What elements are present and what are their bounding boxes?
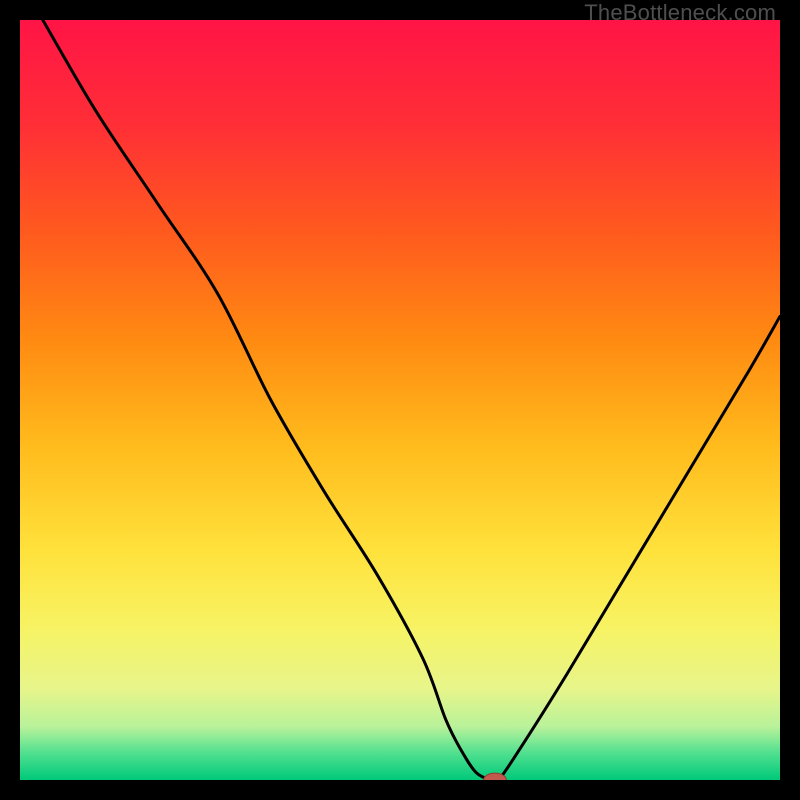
gradient-background: [20, 20, 780, 780]
chart-frame: [20, 20, 780, 780]
bottleneck-chart: [20, 20, 780, 780]
watermark-text: TheBottleneck.com: [584, 0, 776, 26]
